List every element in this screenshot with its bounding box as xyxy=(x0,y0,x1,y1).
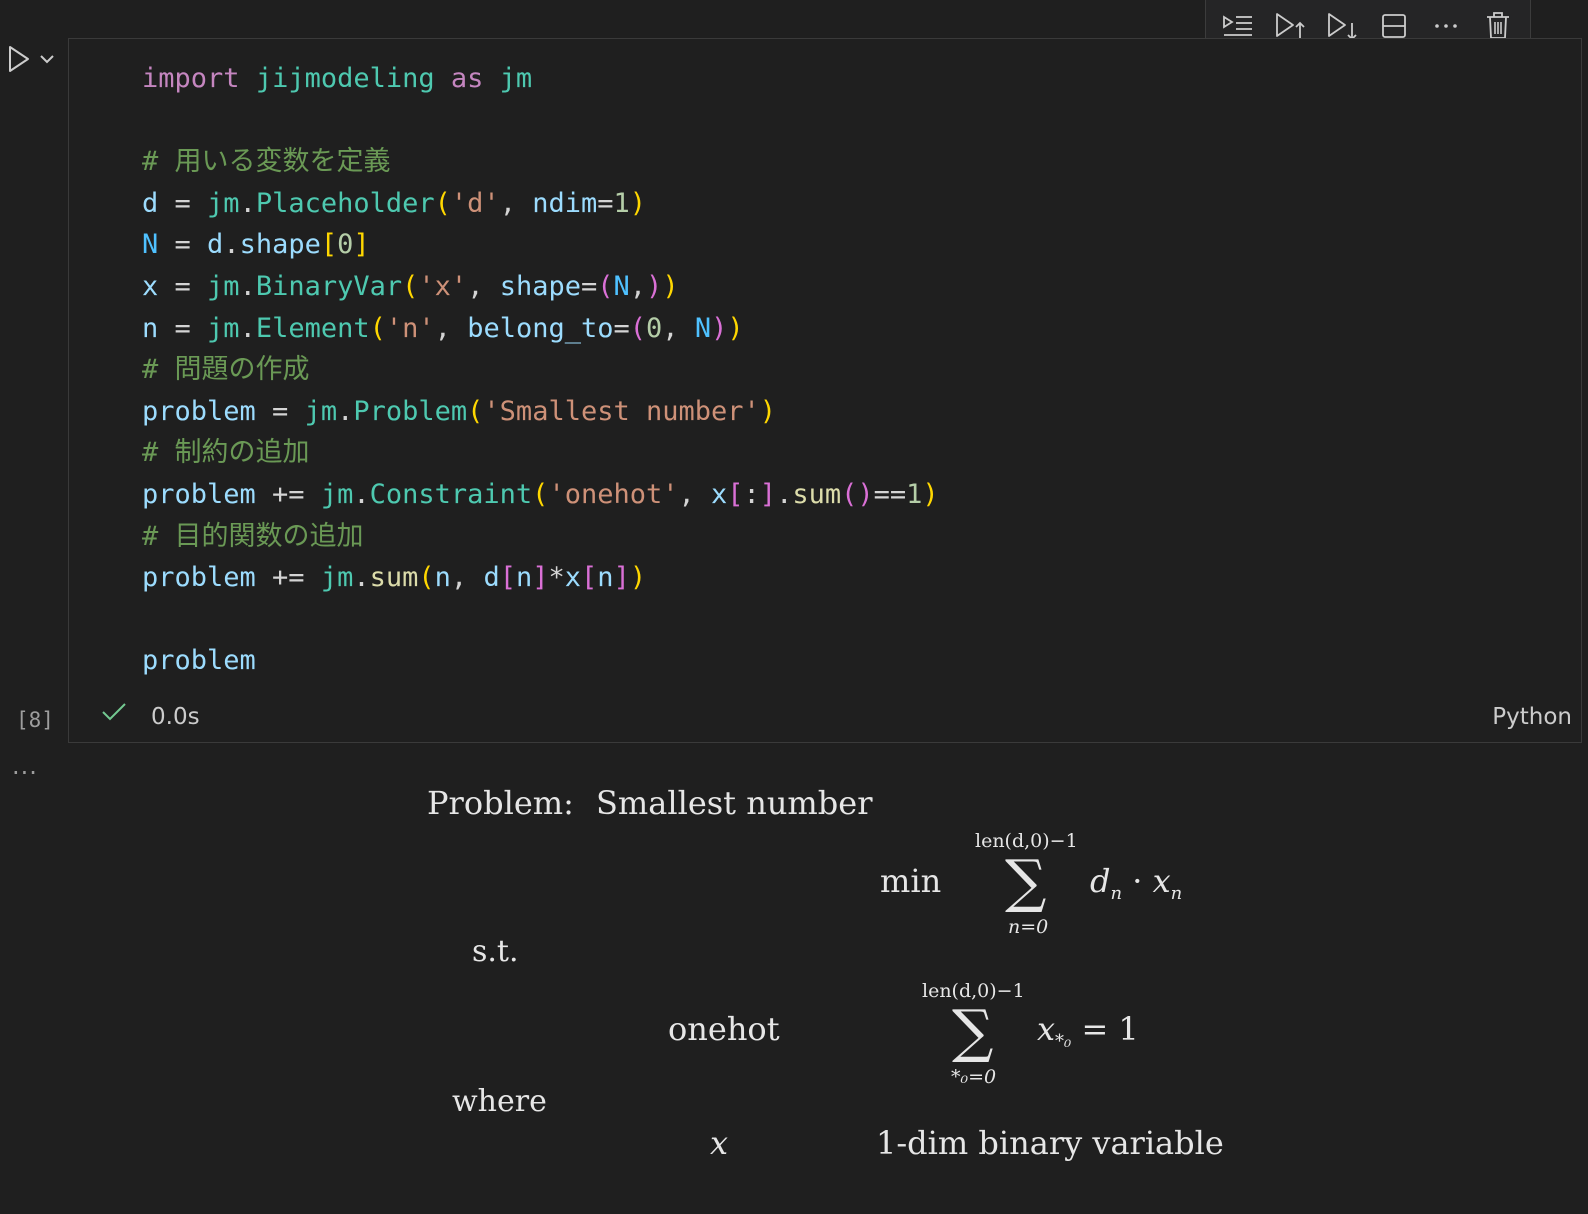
constraint-sum-icon: ∑ xyxy=(952,997,994,1065)
code-line-5: N = d.shape[0] xyxy=(142,229,370,261)
constraint-expression: x*₀ = 1 xyxy=(1037,1010,1139,1052)
variable-name: x xyxy=(710,1124,729,1162)
objective-sum-lower: n=0 xyxy=(1008,916,1049,938)
code-editor[interactable]: import jijmodeling as jm # 用いる変数を定義 d = jm… xyxy=(142,58,939,682)
code-line-3: # 用いる変数を定義 xyxy=(142,146,391,178)
problem-label: Problem: xyxy=(427,784,574,822)
constraint-term-sub: *₀ xyxy=(1055,1031,1072,1052)
run-controls xyxy=(6,44,56,74)
output-more-icon[interactable]: ... xyxy=(12,752,38,780)
objective-expression: dn · xn xyxy=(1090,862,1182,904)
code-line-8: # 問題の作成 xyxy=(142,354,310,386)
code-line-12: # 目的関数の追加 xyxy=(142,520,364,552)
code-line-11: problem += jm.Constraint('onehot', x[:].… xyxy=(142,478,939,510)
constraint-term: x xyxy=(1037,1010,1056,1048)
code-line-7: n = jm.Element('n', belong_to=(0, N)) xyxy=(142,312,744,344)
objective-term-1: d xyxy=(1090,862,1111,900)
code-line-10: # 制約の追加 xyxy=(142,437,310,469)
constraint-name: onehot xyxy=(668,1010,780,1048)
code-line-1: import jijmodeling as jm xyxy=(142,63,533,94)
success-check-icon xyxy=(100,698,128,730)
objective-term-1-sub: n xyxy=(1110,883,1123,904)
objective-sense: min xyxy=(880,862,942,900)
constraint-sum-lower: *₀=0 xyxy=(951,1066,997,1088)
code-line-15: problem xyxy=(142,645,256,677)
code-line-6: x = jm.BinaryVar('x', shape=(N,)) xyxy=(142,270,679,302)
code-line-4: d = jm.Placeholder('d', ndim=1) xyxy=(142,187,647,219)
run-cell-icon[interactable] xyxy=(6,44,32,74)
st-label: s.t. xyxy=(472,934,519,969)
objective-sum-icon: ∑ xyxy=(1005,847,1047,915)
objective-term-2-sub: n xyxy=(1170,883,1183,904)
objective-term-2: x xyxy=(1152,862,1171,900)
execution-count: [8] xyxy=(16,708,54,732)
execution-time: 0.0s xyxy=(151,704,200,730)
run-options-chevron-down-icon[interactable] xyxy=(38,52,56,66)
code-line-9: problem = jm.Problem('Smallest number') xyxy=(142,395,777,427)
constraint-rhs: = 1 xyxy=(1081,1010,1139,1048)
variable-description: 1-dim binary variable xyxy=(876,1124,1224,1162)
code-line-13: problem += jm.sum(n, d[n]*x[n]) xyxy=(142,562,647,594)
objective-dot: · xyxy=(1132,862,1143,900)
language-indicator[interactable]: Python xyxy=(1492,704,1572,730)
problem-name: Smallest number xyxy=(596,784,873,822)
where-label: where xyxy=(452,1084,547,1119)
